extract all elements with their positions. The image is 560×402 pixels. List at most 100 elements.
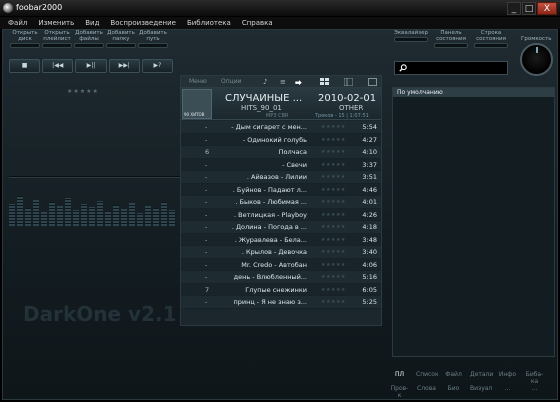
open-playlist-button[interactable]: Открыть плейлист xyxy=(40,30,74,48)
panel-button-visual[interactable]: Визуал xyxy=(470,385,492,392)
playlist-tab-bar: Меню Опции ♪ ≡ ⮕ xyxy=(181,76,381,88)
panel-button-list[interactable]: Список xyxy=(416,371,439,378)
track-title: . Буйнов - Падают л... xyxy=(232,185,307,194)
window-icon[interactable] xyxy=(368,78,377,86)
spectrum-bar xyxy=(121,209,127,226)
track-row[interactable]: -. Долина - Погода в ... ★★★★★ 4:18 xyxy=(181,221,381,234)
spectrum-bar xyxy=(41,212,47,226)
track-row[interactable]: - Mr. Credo - Автобан ★★★★★ 4:06 xyxy=(181,258,381,272)
track-row[interactable]: - день - Влюбленный... ★★★★★ 5:16 xyxy=(181,271,381,284)
tab-menu[interactable]: Меню xyxy=(189,78,207,85)
track-rating[interactable]: ★★★★★ xyxy=(321,146,346,159)
track-rating[interactable]: ★★★★★ xyxy=(321,234,346,247)
menu-view[interactable]: Вид xyxy=(85,19,99,27)
previous-button[interactable]: |◀◀ xyxy=(42,59,74,73)
panel-button-more-2[interactable]: ... xyxy=(524,385,545,392)
menu-playback[interactable]: Воспроизведение xyxy=(110,19,176,27)
skin-watermark: DarkOne v2.1 xyxy=(23,302,177,326)
seek-bar[interactable] xyxy=(9,176,181,178)
track-duration: 3:37 xyxy=(362,160,377,169)
track-row[interactable]: -. Айвазов - Лилии ★★★★★ 3:51 xyxy=(181,171,381,184)
now-playing-rating[interactable]: ★★★★★ xyxy=(67,88,99,95)
track-row[interactable]: 6 Полчаса ★★★★★ 4:10 xyxy=(181,146,381,159)
track-title: . Быков - Любимая ... xyxy=(235,198,307,206)
track-title: . Ветлицкая - Playboy xyxy=(234,210,307,219)
spectrum-bar xyxy=(57,206,63,226)
panel-button-info[interactable]: Инфо xyxy=(497,371,518,378)
menu-file[interactable]: Файл xyxy=(8,19,27,27)
add-path-button[interactable]: Добавить путь xyxy=(136,30,170,48)
minimize-button[interactable]: _ xyxy=(507,2,521,15)
track-rating[interactable]: ★★★★★ xyxy=(321,296,346,309)
music-note-icon[interactable]: ♪ xyxy=(263,78,267,86)
menu-library[interactable]: Библиотека xyxy=(187,19,231,27)
list-icon[interactable]: ≡ xyxy=(280,78,286,86)
status-bar-button[interactable]: Строка состояния xyxy=(472,30,510,48)
panel-button-check[interactable]: Пров-к xyxy=(389,385,410,399)
track-rating[interactable]: ★★★★★ xyxy=(321,271,346,284)
equalizer-button[interactable]: Эквалайзер xyxy=(392,30,430,42)
track-row[interactable]: - принц - Я не знаю з... ★★★★★ 5:25 xyxy=(181,296,381,309)
panel-button-playlist[interactable]: ПЛ xyxy=(389,371,410,378)
status-panel-button[interactable]: Панель состояния xyxy=(432,30,470,48)
open-playlist-label-2: плейлист xyxy=(43,36,71,42)
tab-options[interactable]: Опции xyxy=(221,78,242,85)
arrow-right-icon[interactable]: ⮕ xyxy=(295,78,302,88)
track-row[interactable]: -- Свечи ★★★★★ 3:37 xyxy=(181,158,381,172)
track-row[interactable]: -. Журавлева - Бела... ★★★★★ 3:48 xyxy=(181,233,381,247)
track-rating[interactable]: ★★★★★ xyxy=(321,196,346,209)
panel-button-details[interactable]: Детали xyxy=(470,371,493,378)
track-row[interactable]: -. Крылов - Девочка ★★★★★ 3:40 xyxy=(181,246,381,259)
album-art[interactable]: 90 ХИТОВ xyxy=(182,89,212,119)
open-disc-button[interactable]: Открыть диск xyxy=(8,30,42,48)
track-title: - Одинокий голубь xyxy=(242,135,307,144)
maximize-button[interactable]: □ xyxy=(522,2,536,15)
random-button[interactable]: ▶? xyxy=(141,59,174,73)
track-row[interactable]: -. Буйнов - Падают л... ★★★★★ 4:46 xyxy=(181,183,381,197)
track-rating[interactable]: ★★★★★ xyxy=(321,221,346,234)
track-row[interactable]: -- Одинокий голубь ★★★★★ 4:27 xyxy=(181,133,381,147)
panel-button-more-1[interactable]: ... xyxy=(497,385,518,392)
track-duration: 4:10 xyxy=(362,148,377,156)
album-genre: OTHER xyxy=(339,104,364,112)
menu-edit[interactable]: Изменить xyxy=(38,19,74,27)
search-input[interactable] xyxy=(410,63,505,73)
track-row[interactable]: -. Ветлицкая - Playboy ★★★★★ 4:26 xyxy=(181,208,381,222)
open-disc-pill xyxy=(10,43,40,48)
track-rating[interactable]: ★★★★★ xyxy=(321,284,346,297)
track-rating[interactable]: ★★★★★ xyxy=(321,259,346,272)
play-pause-button[interactable]: ▶|| xyxy=(75,59,107,73)
panel-button-file[interactable]: Файл xyxy=(443,371,464,378)
status-bar-pill xyxy=(474,43,508,48)
stop-button[interactable]: ■ xyxy=(9,59,41,73)
grid-view-icon[interactable] xyxy=(320,78,329,86)
preset-item-default[interactable]: По умолчанию xyxy=(393,88,554,97)
equalizer-label-1: Эквалайзер xyxy=(393,30,429,36)
panel-button-bio[interactable]: Био xyxy=(443,385,464,392)
album-subtitle: HITS_90_01 xyxy=(241,104,282,112)
track-rating[interactable]: ★★★★★ xyxy=(321,121,346,134)
columns-icon[interactable] xyxy=(344,78,353,86)
next-button[interactable]: ▶▶| xyxy=(108,59,140,73)
track-rating[interactable]: ★★★★★ xyxy=(321,184,346,197)
volume-knob[interactable] xyxy=(520,43,553,76)
track-row[interactable]: 7 Глупые снежинки ★★★★★ 6:05 xyxy=(181,283,381,297)
menu-help[interactable]: Справка xyxy=(242,19,273,27)
track-rating[interactable]: ★★★★★ xyxy=(321,159,346,172)
add-files-pill xyxy=(74,43,104,48)
add-path-label-2: путь xyxy=(146,36,160,42)
app-icon xyxy=(3,3,13,13)
track-rating[interactable]: ★★★★★ xyxy=(321,246,346,259)
spectrum-visualizer xyxy=(9,180,181,226)
close-button[interactable]: X xyxy=(537,2,557,15)
track-rating[interactable]: ★★★★★ xyxy=(321,171,346,184)
add-folder-button[interactable]: Добавить папку xyxy=(104,30,138,48)
track-row[interactable]: -. Быков - Любимая ... ★★★★★ 4:01 xyxy=(181,196,381,209)
search-box[interactable] xyxy=(394,61,508,75)
panel-button-lyrics[interactable]: Слова xyxy=(416,385,437,392)
track-rating[interactable]: ★★★★★ xyxy=(321,209,346,222)
panel-button-library[interactable]: Биба-ка xyxy=(524,371,545,385)
add-files-button[interactable]: Добавить файлы xyxy=(72,30,106,48)
track-row[interactable]: -- Дым сигарет с мен... ★★★★★ 5:54 xyxy=(181,121,381,134)
track-rating[interactable]: ★★★★★ xyxy=(321,134,346,147)
